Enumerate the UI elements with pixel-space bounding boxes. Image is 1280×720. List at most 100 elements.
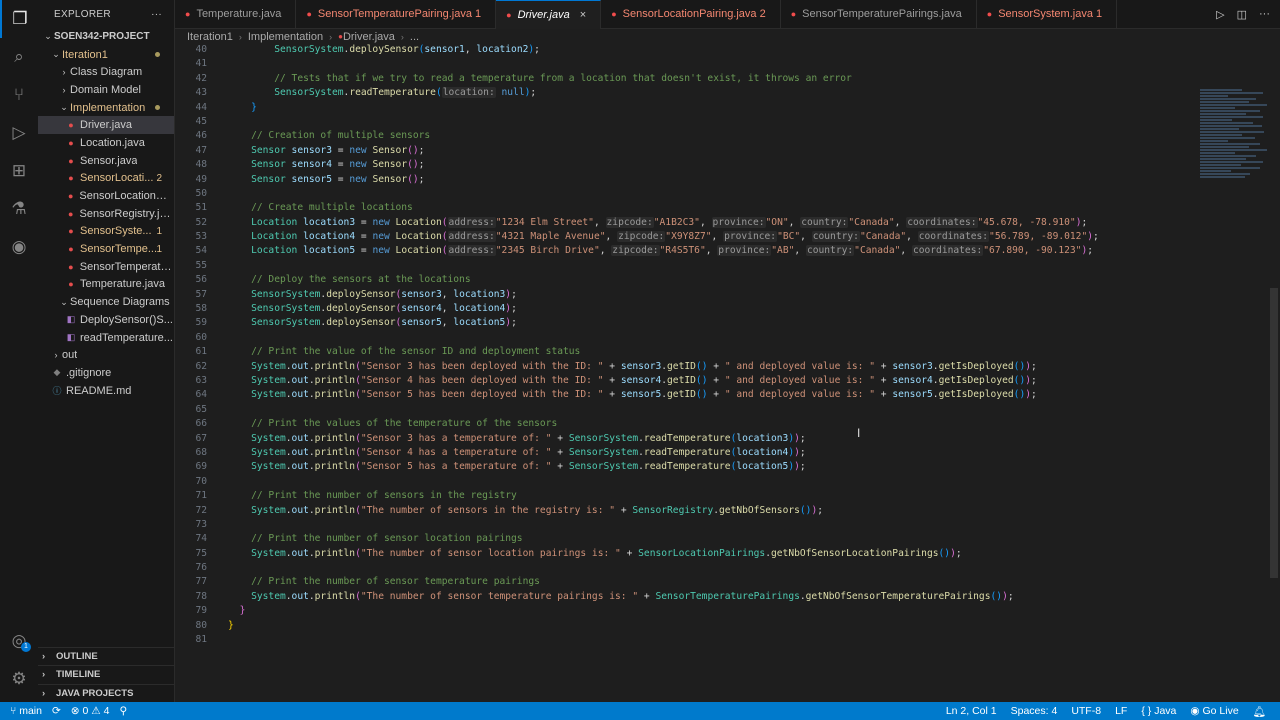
testing-icon[interactable]: ⚗ bbox=[0, 190, 38, 228]
tree-item[interactable]: ● SensorSyste... 1 bbox=[38, 223, 174, 241]
code-line[interactable]: 44 } bbox=[175, 101, 256, 115]
code-line[interactable]: 46 // Creation of multiple sensors bbox=[175, 129, 430, 143]
code-line[interactable]: 43 SensorSystem.readTemperature(location… bbox=[175, 86, 536, 100]
tree-item[interactable]: ● SensorTemperatu... bbox=[38, 258, 174, 276]
tree-item[interactable]: ◧ DeploySensor()S... bbox=[38, 311, 174, 329]
tree-item[interactable]: › Domain Model bbox=[38, 81, 174, 99]
code-line[interactable]: 51 // Create multiple locations bbox=[175, 201, 412, 215]
code-line[interactable]: 53 Location location4 = new Location(add… bbox=[175, 230, 1099, 244]
code-line[interactable]: 81 bbox=[175, 633, 207, 647]
cursor-position[interactable]: Ln 2, Col 1 bbox=[946, 705, 997, 717]
editor-tab[interactable]: ● SensorSystem.java 1 bbox=[977, 0, 1118, 28]
code-line[interactable]: 56 // Deploy the sensors at the location… bbox=[175, 273, 470, 287]
code-line[interactable]: 55 bbox=[175, 259, 207, 273]
breadcrumb-item[interactable]: Driver.java bbox=[343, 31, 395, 43]
tree-item[interactable]: ◆ .gitignore bbox=[38, 364, 174, 382]
code-line[interactable]: 64 System.out.println("Sensor 5 has been… bbox=[175, 388, 1036, 402]
editor-tab[interactable]: ● Temperature.java bbox=[175, 0, 297, 28]
sidebar-section[interactable]: › OUTLINE bbox=[38, 646, 174, 666]
remote-icon[interactable]: ⚲ bbox=[119, 705, 127, 717]
scroll-thumb[interactable] bbox=[1270, 288, 1278, 578]
minimap[interactable] bbox=[1200, 88, 1270, 198]
code-line[interactable]: 69 System.out.println("Sensor 5 has a te… bbox=[175, 460, 805, 474]
code-line[interactable]: 80} bbox=[175, 619, 233, 633]
more-actions-icon[interactable]: ··· bbox=[151, 9, 162, 20]
vertical-scrollbar[interactable] bbox=[1268, 88, 1280, 702]
code-line[interactable]: 59 SensorSystem.deploySensor(sensor5, lo… bbox=[175, 316, 516, 330]
code-line[interactable]: 74 // Print the number of sensor locatio… bbox=[175, 532, 522, 546]
tree-item[interactable]: ● Driver.java bbox=[38, 116, 174, 135]
code-line[interactable]: 52 Location location3 = new Location(add… bbox=[175, 216, 1087, 230]
notifications-bell-icon[interactable]: 🔔︎ bbox=[1253, 705, 1266, 718]
tree-item[interactable]: ◧ readTemperature... bbox=[38, 329, 174, 347]
tree-item[interactable]: › Class Diagram bbox=[38, 63, 174, 81]
extensions-icon[interactable]: ⊞ bbox=[0, 152, 38, 190]
tree-item[interactable]: ● SensorLocati... 2 bbox=[38, 170, 174, 188]
more-icon[interactable]: ··· bbox=[1259, 8, 1270, 20]
code-line[interactable]: 72 System.out.println("The number of sen… bbox=[175, 504, 823, 518]
tree-item[interactable]: ⌄ Implementation bbox=[38, 99, 174, 117]
breadcrumb-item[interactable]: Iteration1 bbox=[187, 31, 233, 43]
code-line[interactable]: 50 bbox=[175, 187, 207, 201]
search-icon[interactable]: ⌕ bbox=[0, 38, 38, 76]
tree-item[interactable]: ● SensorTempe... 1 bbox=[38, 240, 174, 258]
encoding[interactable]: UTF-8 bbox=[1071, 705, 1101, 717]
run-icon[interactable]: ▷ bbox=[1216, 8, 1224, 21]
editor-tab[interactable]: ● Driver.java × bbox=[496, 0, 602, 29]
sidebar-section[interactable]: › TIMELINE bbox=[38, 665, 174, 684]
code-line[interactable]: 65 bbox=[175, 403, 207, 417]
line-ending[interactable]: LF bbox=[1115, 705, 1127, 717]
tree-item[interactable]: › out bbox=[38, 346, 174, 364]
code-line[interactable]: 67 System.out.println("Sensor 3 has a te… bbox=[175, 432, 805, 446]
tree-item[interactable]: ⌄ Iteration1 bbox=[38, 46, 174, 64]
tree-item[interactable]: ⌄ Sequence Diagrams bbox=[38, 293, 174, 311]
language-mode[interactable]: { } Java bbox=[1141, 705, 1176, 717]
code-line[interactable]: 47 Sensor sensor3 = new Sensor(); bbox=[175, 144, 424, 158]
explorer-icon[interactable]: ❐ bbox=[0, 0, 38, 38]
editor-tab[interactable]: ● SensorLocationPairing.java 2 bbox=[601, 0, 781, 28]
problems-status[interactable]: ⊗ 0 ⚠ 4 bbox=[71, 705, 110, 717]
code-line[interactable]: 62 System.out.println("Sensor 3 has been… bbox=[175, 360, 1036, 374]
code-line[interactable]: 58 SensorSystem.deploySensor(sensor4, lo… bbox=[175, 302, 516, 316]
code-line[interactable]: 40 SensorSystem.deploySensor(sensor1, lo… bbox=[175, 44, 540, 57]
code-line[interactable]: 68 System.out.println("Sensor 4 has a te… bbox=[175, 446, 805, 460]
code-line[interactable]: 77 // Print the number of sensor tempera… bbox=[175, 575, 539, 589]
code-line[interactable]: 63 System.out.println("Sensor 4 has been… bbox=[175, 374, 1036, 388]
source-control-icon[interactable]: ⑂ bbox=[0, 76, 38, 114]
tree-item[interactable]: ⓘ README.md bbox=[38, 382, 174, 400]
code-line[interactable]: 71 // Print the number of sensors in the… bbox=[175, 489, 516, 503]
editor-tab[interactable]: ● SensorTemperaturePairings.java bbox=[781, 0, 977, 28]
sidebar-section[interactable]: › JAVA PROJECTS bbox=[38, 683, 174, 703]
code-line[interactable]: 70 bbox=[175, 475, 207, 489]
code-line[interactable]: 42 // Tests that if we try to read a tem… bbox=[175, 72, 851, 86]
code-line[interactable]: 79 } bbox=[175, 604, 245, 618]
close-tab-icon[interactable]: × bbox=[580, 9, 586, 21]
account-icon[interactable]: ◎ 1 bbox=[0, 622, 38, 660]
code-line[interactable]: 66 // Print the values of the temperatur… bbox=[175, 417, 557, 431]
code-line[interactable]: 49 Sensor sensor5 = new Sensor(); bbox=[175, 173, 424, 187]
sync-icon[interactable]: ⟳ bbox=[52, 705, 61, 717]
tree-item[interactable]: ● Temperature.java bbox=[38, 276, 174, 294]
tree-item[interactable]: ● Location.java bbox=[38, 134, 174, 152]
tree-item[interactable]: ● Sensor.java bbox=[38, 152, 174, 170]
tree-item[interactable]: ● SensorLocationPa... bbox=[38, 187, 174, 205]
code-line[interactable]: 78 System.out.println("The number of sen… bbox=[175, 590, 1013, 604]
go-live-button[interactable]: ◉ Go Live bbox=[1190, 705, 1238, 717]
breadcrumb-item[interactable]: ... bbox=[410, 31, 419, 43]
tree-item[interactable]: ● SensorRegistry.java bbox=[38, 205, 174, 223]
branch-status[interactable]: ⑂ main bbox=[10, 705, 42, 717]
code-line[interactable]: 41 bbox=[175, 57, 207, 71]
code-editor[interactable]: 40 SensorSystem.deploySensor(sensor1, lo… bbox=[175, 44, 1280, 702]
code-line[interactable]: 76 bbox=[175, 561, 207, 575]
run-debug-icon[interactable]: ▷ bbox=[0, 114, 38, 152]
breadcrumb-item[interactable]: Implementation bbox=[248, 31, 323, 43]
code-line[interactable]: 57 SensorSystem.deploySensor(sensor3, lo… bbox=[175, 288, 516, 302]
split-editor-icon[interactable]: ◫ bbox=[1237, 8, 1247, 21]
code-line[interactable]: 54 Location location5 = new Location(add… bbox=[175, 244, 1093, 258]
indentation[interactable]: Spaces: 4 bbox=[1011, 705, 1058, 717]
settings-gear-icon[interactable]: ⚙ bbox=[0, 660, 38, 698]
code-line[interactable]: 75 System.out.println("The number of sen… bbox=[175, 547, 961, 561]
code-line[interactable]: 61 // Print the value of the sensor ID a… bbox=[175, 345, 580, 359]
code-line[interactable]: 48 Sensor sensor4 = new Sensor(); bbox=[175, 158, 424, 172]
github-icon[interactable]: ◉ bbox=[0, 228, 38, 266]
